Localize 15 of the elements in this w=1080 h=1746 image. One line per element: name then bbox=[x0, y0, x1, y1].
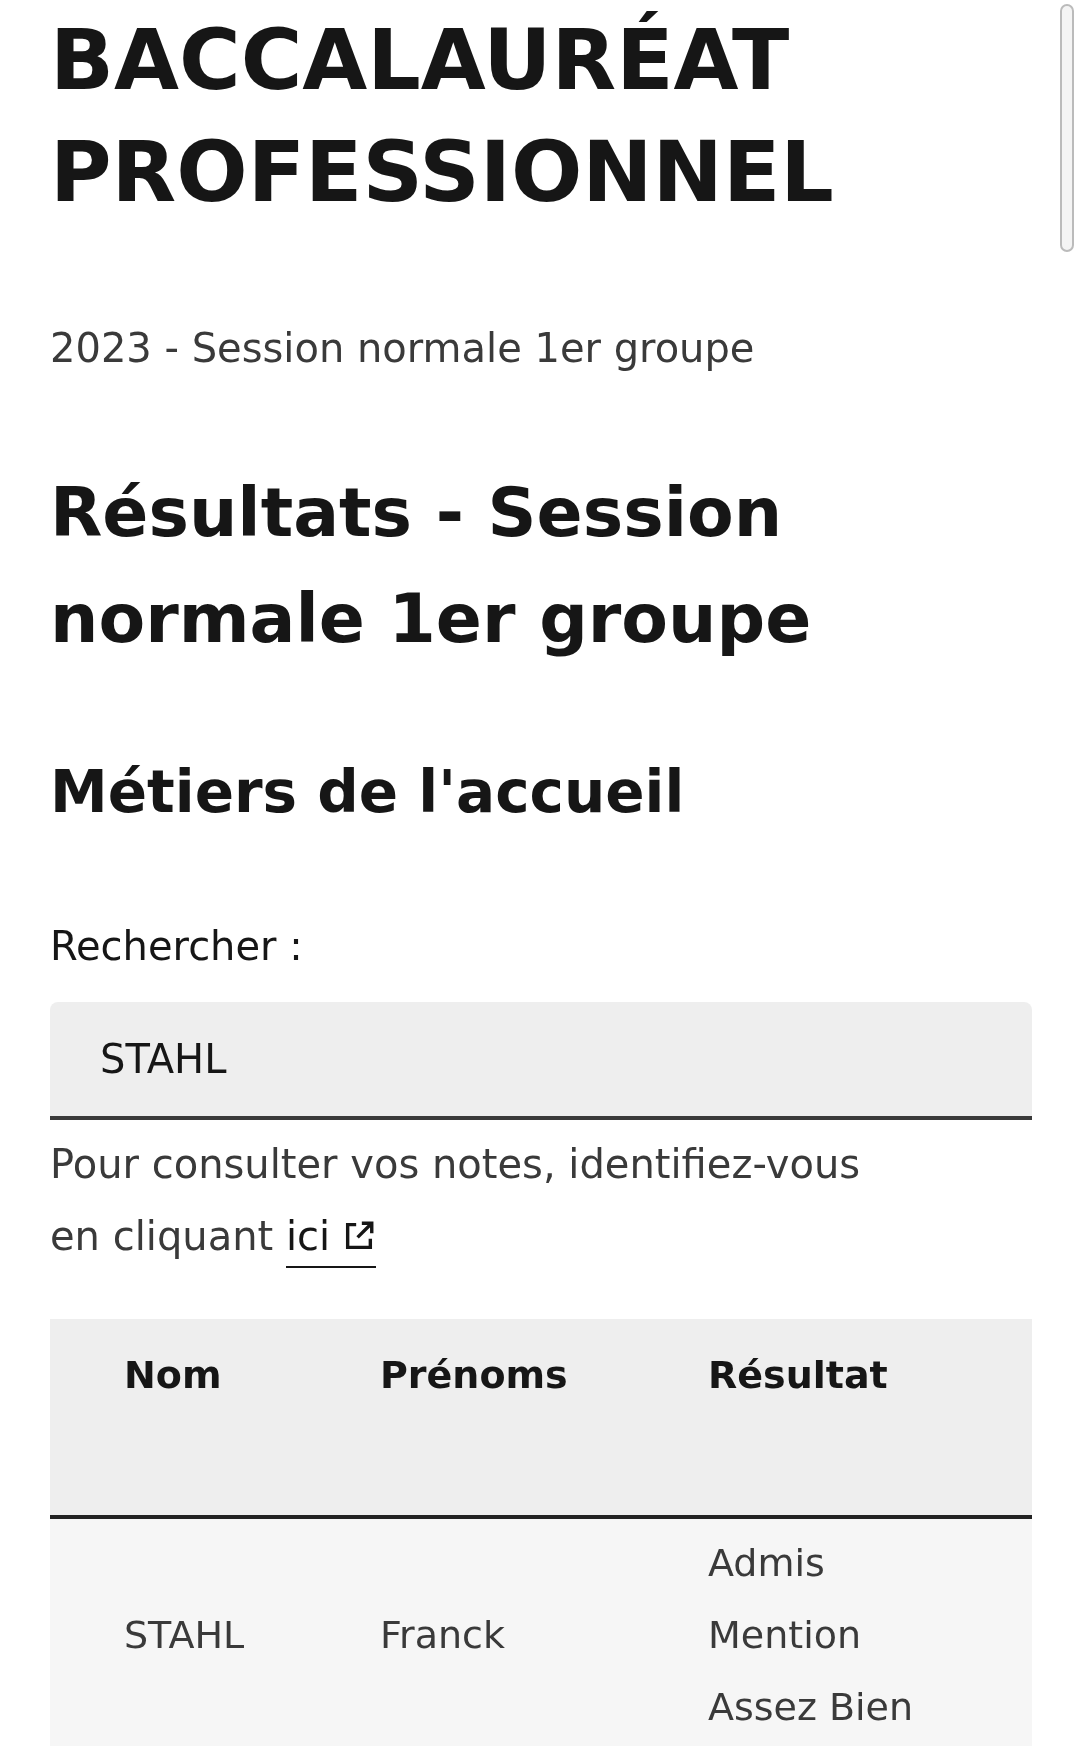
login-link[interactable]: ici bbox=[285, 1206, 377, 1268]
page-title: BACCALAURÉAT PROFESSIONNEL bbox=[50, 10, 835, 223]
column-header: Nom bbox=[50, 1319, 380, 1517]
scrollbar[interactable] bbox=[1060, 4, 1074, 252]
notice-text: Pour consulter vos notes, identifiez-vous en cliquant ici bbox=[50, 1128, 910, 1272]
column-header: Résultat bbox=[708, 1319, 1032, 1517]
column-header: Prénoms bbox=[380, 1319, 708, 1517]
section-heading: Métiers de l'accueil bbox=[50, 757, 686, 828]
search-label: Rechercher : bbox=[50, 922, 303, 971]
table-cell: Admis Mention Assez Bien bbox=[708, 1517, 1032, 1746]
session-text: 2023 - Session normale 1er groupe bbox=[50, 324, 756, 373]
results-heading: Résultats - Session normale 1er groupe bbox=[50, 472, 813, 660]
table-cell: Franck bbox=[380, 1517, 708, 1746]
table-cell: STAHL bbox=[50, 1517, 380, 1746]
search-field[interactable]: STAHL bbox=[50, 1002, 1032, 1120]
